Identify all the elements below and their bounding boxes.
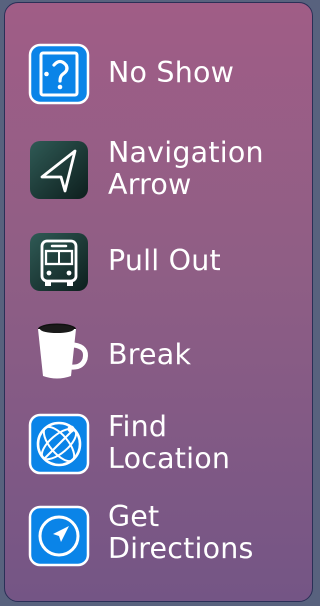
menu-item-label: Get Directions: [108, 500, 254, 565]
menu-item-label: No Show: [108, 56, 235, 89]
no-show-door-icon: [28, 43, 90, 105]
bus-icon: [28, 231, 90, 293]
menu-item-navigation-arrow[interactable]: Navigation Arrow: [5, 129, 305, 201]
compass-directions-icon: [28, 505, 90, 567]
menu-item-no-show[interactable]: No Show: [5, 37, 305, 107]
menu-item-label: Pull Out: [108, 244, 221, 277]
menu-item-label: Navigation Arrow: [108, 136, 264, 201]
menu-item-get-directions[interactable]: Get Directions: [5, 499, 305, 569]
menu-item-label: Break: [108, 338, 192, 371]
menu-item-find-location[interactable]: Find Location: [5, 407, 305, 477]
action-menu-panel: No Show Navigation Arrow Pull Out Break …: [4, 2, 313, 602]
menu-item-label: Find Location: [108, 410, 231, 475]
navigation-arrow-icon: [28, 139, 90, 201]
globe-locate-icon: [28, 413, 90, 475]
menu-item-break[interactable]: Break: [5, 317, 305, 387]
menu-item-pull-out[interactable]: Pull Out: [5, 227, 305, 297]
coffee-cup-icon: [28, 321, 90, 383]
